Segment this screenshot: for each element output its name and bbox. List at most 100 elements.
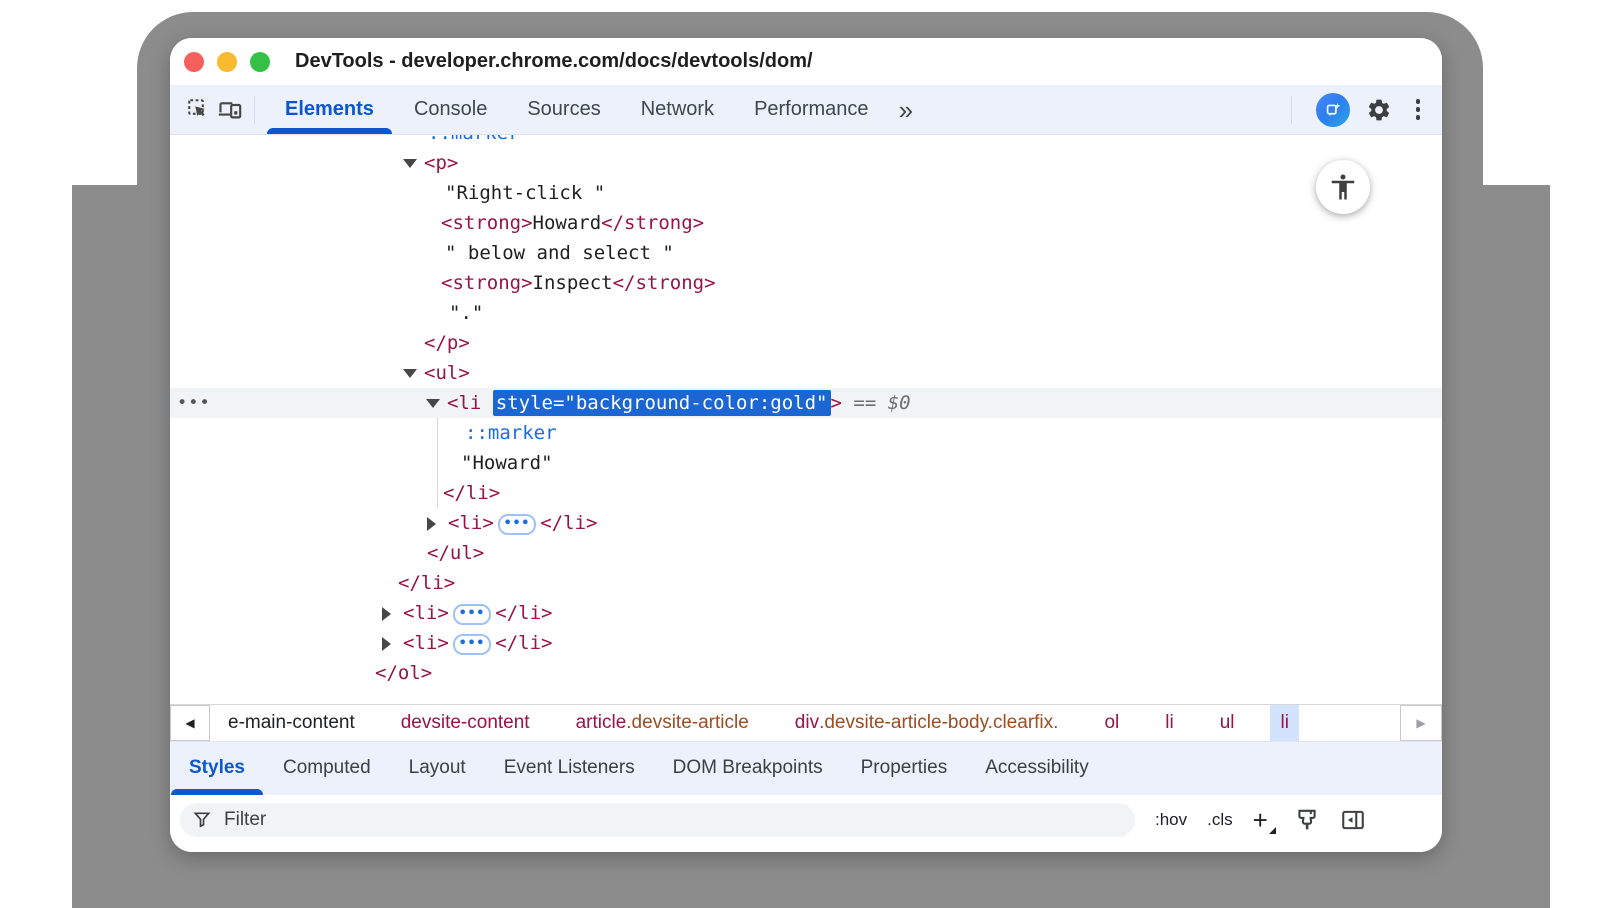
collapsed-content-pill[interactable]: ••• <box>453 604 491 625</box>
dom-token-tag: </ul> <box>427 542 484 564</box>
tab-styles[interactable]: Styles <box>170 742 264 795</box>
dom-node-text: ::marker <box>170 418 1442 448</box>
selected-attribute[interactable]: style="background-color:gold" <box>493 390 831 416</box>
dom-tree-row[interactable]: <ul> <box>170 358 1442 388</box>
breadcrumb-item[interactable]: li <box>1270 705 1298 741</box>
dom-token-tag: <p> <box>424 152 458 174</box>
dom-node-text: " below and select " <box>170 238 1442 268</box>
dom-tree-row[interactable]: <strong>Inspect</strong> <box>170 268 1442 298</box>
dom-token-tag: <li <box>447 392 493 414</box>
dom-token-pseudo: ::marker <box>428 135 520 144</box>
ai-assistant-icon[interactable] <box>1316 93 1350 127</box>
element-classes-toggle[interactable]: .cls <box>1207 810 1233 830</box>
dom-tree-row[interactable]: "Howard" <box>170 448 1442 478</box>
dom-node-text: <strong>Howard</strong> <box>170 208 1442 238</box>
expand-right-arrow-icon[interactable] <box>382 637 391 651</box>
breadcrumb-item[interactable]: ol <box>1094 705 1129 741</box>
breadcrumb-item[interactable]: ul <box>1210 705 1245 741</box>
breadcrumb-scroll-left-button[interactable]: ◀ <box>170 705 210 741</box>
tab-layout[interactable]: Layout <box>390 742 485 795</box>
indent-guide <box>437 418 438 448</box>
styles-filter[interactable] <box>180 803 1135 837</box>
dom-token-text: " below and select " <box>445 242 674 264</box>
dom-tree-row[interactable]: " below and select " <box>170 238 1442 268</box>
breadcrumb-item[interactable]: article.devsite-article <box>566 705 759 741</box>
kebab-menu-icon[interactable] <box>1408 95 1429 124</box>
panel-tabs: ElementsConsoleSourcesNetworkPerformance <box>265 85 889 134</box>
dom-node-text: "Howard" <box>170 448 1442 478</box>
dom-node-text: <li>•••</li> <box>170 508 1442 538</box>
breadcrumb: ◀ e-main-content devsite-content article.d… <box>170 704 1442 741</box>
minimize-window-button[interactable] <box>217 52 237 72</box>
dom-token-eq: == <box>842 392 888 414</box>
dom-node-text: <p> <box>170 148 1442 178</box>
dom-tree-row[interactable]: </li> <box>170 568 1442 598</box>
breadcrumb-item[interactable]: devsite-content <box>391 705 540 741</box>
breadcrumb-scroll-right-button[interactable]: ▶ <box>1400 705 1442 741</box>
dom-tree-row[interactable]: <li>•••</li> <box>170 628 1442 658</box>
collapsed-content-pill[interactable]: ••• <box>498 514 536 535</box>
toolbar-right-controls <box>1281 93 1429 127</box>
dom-tree-row[interactable]: <li>•••</li> <box>170 508 1442 538</box>
dom-tree-row[interactable]: </ul> <box>170 538 1442 568</box>
more-tabs-button[interactable]: » <box>899 97 913 123</box>
breadcrumb-item[interactable]: li <box>1155 705 1183 741</box>
dom-tree-row[interactable]: ::marker <box>170 418 1442 448</box>
row-actions-gutter[interactable]: ••• <box>177 388 211 418</box>
dom-tree-row[interactable]: </p> <box>170 328 1442 358</box>
dom-tree-row[interactable]: <li>•••</li> <box>170 598 1442 628</box>
devtools-toolbar: ElementsConsoleSourcesNetworkPerformance… <box>170 85 1442 135</box>
inspect-cursor-icon[interactable] <box>184 95 214 125</box>
tab-sources[interactable]: Sources <box>507 85 620 134</box>
paint-brush-icon[interactable] <box>1294 807 1320 833</box>
dom-tree-row[interactable]: </li> <box>170 478 1442 508</box>
dom-tree-row[interactable]: ::marker <box>170 135 1442 148</box>
indent-guide <box>437 478 438 508</box>
filter-input[interactable] <box>222 808 1123 832</box>
accessibility-person-icon[interactable] <box>1316 160 1370 214</box>
dom-tree-row[interactable]: <p> <box>170 148 1442 178</box>
dom-token-tag: <strong> <box>441 212 533 234</box>
expand-right-arrow-icon[interactable] <box>382 607 391 621</box>
close-window-button[interactable] <box>184 52 204 72</box>
tab-elements[interactable]: Elements <box>265 85 394 134</box>
tab-dom-breakpoints[interactable]: DOM Breakpoints <box>654 742 842 795</box>
pseudo-state-toggle[interactable]: :hov <box>1155 810 1187 830</box>
dom-token-text: Inspect <box>533 272 613 294</box>
dom-tree-row[interactable]: "." <box>170 298 1442 328</box>
styles-pane-controls: :hov .cls + <box>1155 803 1366 837</box>
dom-tree-row[interactable]: </ol> <box>170 658 1442 688</box>
tab-event-listeners[interactable]: Event Listeners <box>485 742 654 795</box>
dom-token-tag: </p> <box>424 332 470 354</box>
new-style-rule-button[interactable]: + <box>1253 810 1274 830</box>
dock-side-icon[interactable] <box>1340 807 1366 833</box>
breadcrumb-item[interactable]: e-main-content <box>218 705 365 741</box>
dom-node-text: </ul> <box>170 538 1442 568</box>
expand-right-arrow-icon[interactable] <box>427 517 436 531</box>
dom-token-tag: </li> <box>495 632 552 654</box>
tab-console[interactable]: Console <box>394 85 507 134</box>
tab-properties[interactable]: Properties <box>842 742 967 795</box>
tab-accessibility[interactable]: Accessibility <box>966 742 1107 795</box>
dom-token-tag: <li> <box>448 512 494 534</box>
tab-network[interactable]: Network <box>621 85 734 134</box>
maximize-window-button[interactable] <box>250 52 270 72</box>
tab-performance[interactable]: Performance <box>734 85 889 134</box>
dom-tree-row[interactable]: <strong>Howard</strong> <box>170 208 1442 238</box>
dom-tree-row[interactable]: ••• <li style="background-color:gold"> ==… <box>170 388 1442 418</box>
funnel-icon <box>192 810 212 830</box>
tab-computed[interactable]: Computed <box>264 742 390 795</box>
expand-down-arrow-icon[interactable] <box>403 159 417 168</box>
breadcrumb-item[interactable]: div.devsite-article-body.clearfix. <box>785 705 1069 741</box>
dom-token-tag: </strong> <box>601 212 704 234</box>
dom-tree-row[interactable]: "Right-click " <box>170 178 1442 208</box>
expand-down-arrow-icon[interactable] <box>403 369 417 378</box>
collapsed-content-pill[interactable]: ••• <box>453 634 491 655</box>
dom-token-tag: <strong> <box>441 272 533 294</box>
dom-token-text: Howard <box>533 212 602 234</box>
settings-gear-icon[interactable] <box>1364 95 1394 125</box>
device-toolbar-icon[interactable] <box>214 95 244 125</box>
dom-token-tag: </li> <box>398 572 455 594</box>
expand-down-arrow-icon[interactable] <box>426 399 440 408</box>
dom-token-tag: > <box>831 392 842 414</box>
